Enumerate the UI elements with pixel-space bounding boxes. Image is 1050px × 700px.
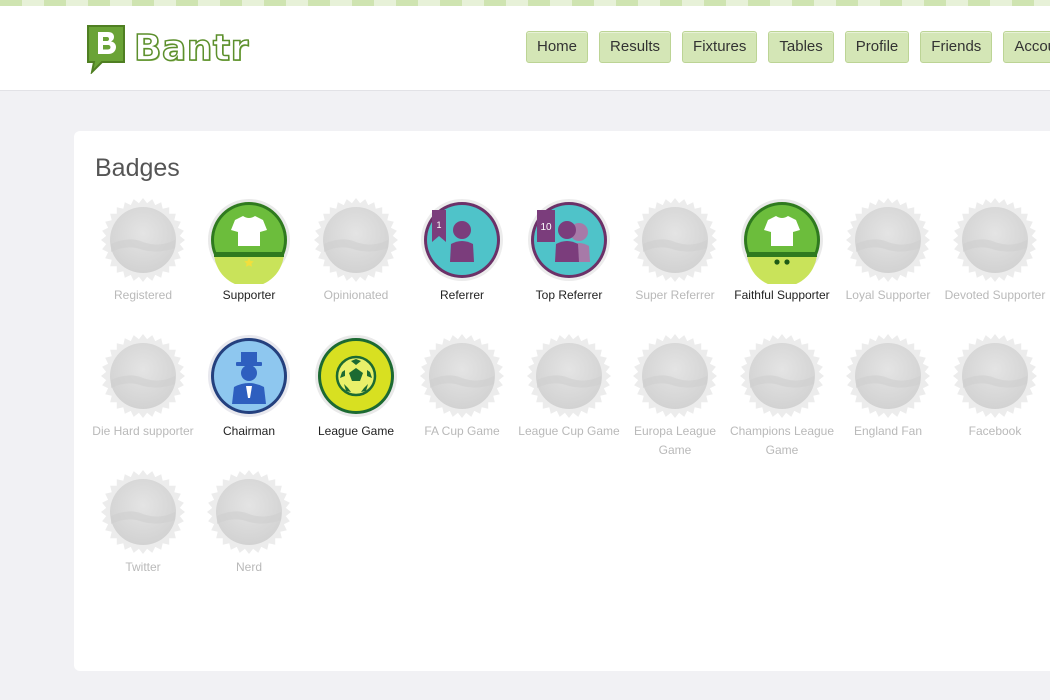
logo-text: Bantr xyxy=(133,27,249,70)
badge-devoted-supporter[interactable]: Devoted Supporter xyxy=(942,196,1048,305)
badge-label: Chairman xyxy=(222,424,276,438)
badge-europa-league-game[interactable]: Europa League Game xyxy=(622,332,728,460)
badge-label: Nerd xyxy=(235,560,262,574)
badge-label: Supporter xyxy=(222,288,276,302)
svg-text:1: 1 xyxy=(436,220,441,230)
badge-label: League Game xyxy=(317,424,395,438)
badge-chairman[interactable]: Chairman xyxy=(196,332,302,441)
nav-tables-button[interactable]: Tables xyxy=(768,31,834,63)
badge-faithful-supporter[interactable]: Faithful Supporter xyxy=(729,196,835,305)
speech-bubble-logo-icon xyxy=(87,25,125,74)
badge-league-cup-game[interactable]: League Cup Game xyxy=(516,332,622,441)
badge-opinionated[interactable]: Opinionated xyxy=(303,196,409,305)
badge-league-game[interactable]: League Game xyxy=(303,332,409,441)
badge-label: Opinionated xyxy=(323,288,389,302)
locked-badge-icon xyxy=(101,198,185,282)
badge-label: Top Referrer xyxy=(535,288,603,302)
locked-badge-icon xyxy=(846,198,930,282)
locked-badge-icon xyxy=(314,198,398,282)
locked-badge-icon xyxy=(101,334,185,418)
nav-results-button[interactable]: Results xyxy=(599,31,672,63)
locked-badge-icon xyxy=(101,470,185,554)
shirt-badge-icon xyxy=(208,199,290,284)
locked-badge-icon xyxy=(953,334,1037,418)
locked-badge-icon xyxy=(633,198,717,282)
badge-label: Champions League Game xyxy=(729,424,835,457)
site-header: Bantr Home Results Fixtures Tables Profi… xyxy=(0,6,1050,91)
locked-badge-icon xyxy=(527,334,611,418)
badge-label: Facebook xyxy=(968,424,1022,438)
badge-die-hard-supporter[interactable]: Die Hard supporter xyxy=(90,332,196,441)
badge-loyal-supporter[interactable]: Loyal Supporter xyxy=(835,196,941,305)
locked-badge-icon xyxy=(846,334,930,418)
locked-badge-icon xyxy=(633,334,717,418)
badge-label: Twitter xyxy=(125,560,161,574)
shirt-two-stars-badge-icon xyxy=(741,199,823,284)
football-badge-icon xyxy=(315,335,397,417)
badge-referrer[interactable]: 1 Referrer xyxy=(409,196,515,305)
badge-label: Faithful Supporter xyxy=(734,288,830,302)
badge-super-referrer[interactable]: Super Referrer xyxy=(622,196,728,305)
badge-england-fan[interactable]: England Fan xyxy=(835,332,941,441)
badge-label: Loyal Supporter xyxy=(845,288,931,302)
chairman-badge-icon xyxy=(208,335,290,417)
locked-badge-icon xyxy=(953,198,1037,282)
nav-friends-button[interactable]: Friends xyxy=(920,31,993,63)
badge-facebook[interactable]: Facebook xyxy=(942,332,1048,441)
badge-top-referrer[interactable]: 10 Top Referrer xyxy=(516,196,622,305)
locked-badge-icon xyxy=(420,334,504,418)
locked-badge-icon xyxy=(740,334,824,418)
badge-label: England Fan xyxy=(853,424,923,438)
badge-fa-cup-game[interactable]: FA Cup Game xyxy=(409,332,515,441)
nav-profile-button[interactable]: Profile xyxy=(844,31,910,63)
badge-label: League Cup Game xyxy=(518,424,620,438)
badge-nerd[interactable]: Nerd xyxy=(196,468,302,577)
badge-label: FA Cup Game xyxy=(424,424,500,438)
badge-supporter[interactable]: Supporter xyxy=(196,196,302,305)
badge-label: Referrer xyxy=(439,288,484,302)
svg-text:10: 10 xyxy=(540,222,552,233)
top-referrer-badge-icon: 10 xyxy=(528,199,610,281)
badge-label: Registered xyxy=(113,288,173,302)
badge-label: Europa League Game xyxy=(633,424,717,457)
badge-champions-league-game[interactable]: Champions League Game xyxy=(729,332,835,460)
referrer-badge-icon: 1 xyxy=(421,199,503,281)
badges-panel: Badges Registered Supporter Opinionated … xyxy=(74,131,1050,671)
nav-fixtures-button[interactable]: Fixtures xyxy=(682,31,758,63)
locked-badge-icon xyxy=(207,470,291,554)
nav-account-button[interactable]: Accoun xyxy=(1003,31,1050,63)
badge-label: Die Hard supporter xyxy=(92,424,194,438)
badge-twitter[interactable]: Twitter xyxy=(90,468,196,577)
page-title: Badges xyxy=(95,154,180,182)
badge-registered[interactable]: Registered xyxy=(90,196,196,305)
main-nav: Home Results Fixtures Tables Profile Fri… xyxy=(526,31,1050,63)
nav-home-button[interactable]: Home xyxy=(526,31,589,63)
badge-label: Super Referrer xyxy=(635,288,715,302)
bantr-logo[interactable]: Bantr xyxy=(84,20,249,76)
badge-label: Devoted Supporter xyxy=(944,288,1046,302)
